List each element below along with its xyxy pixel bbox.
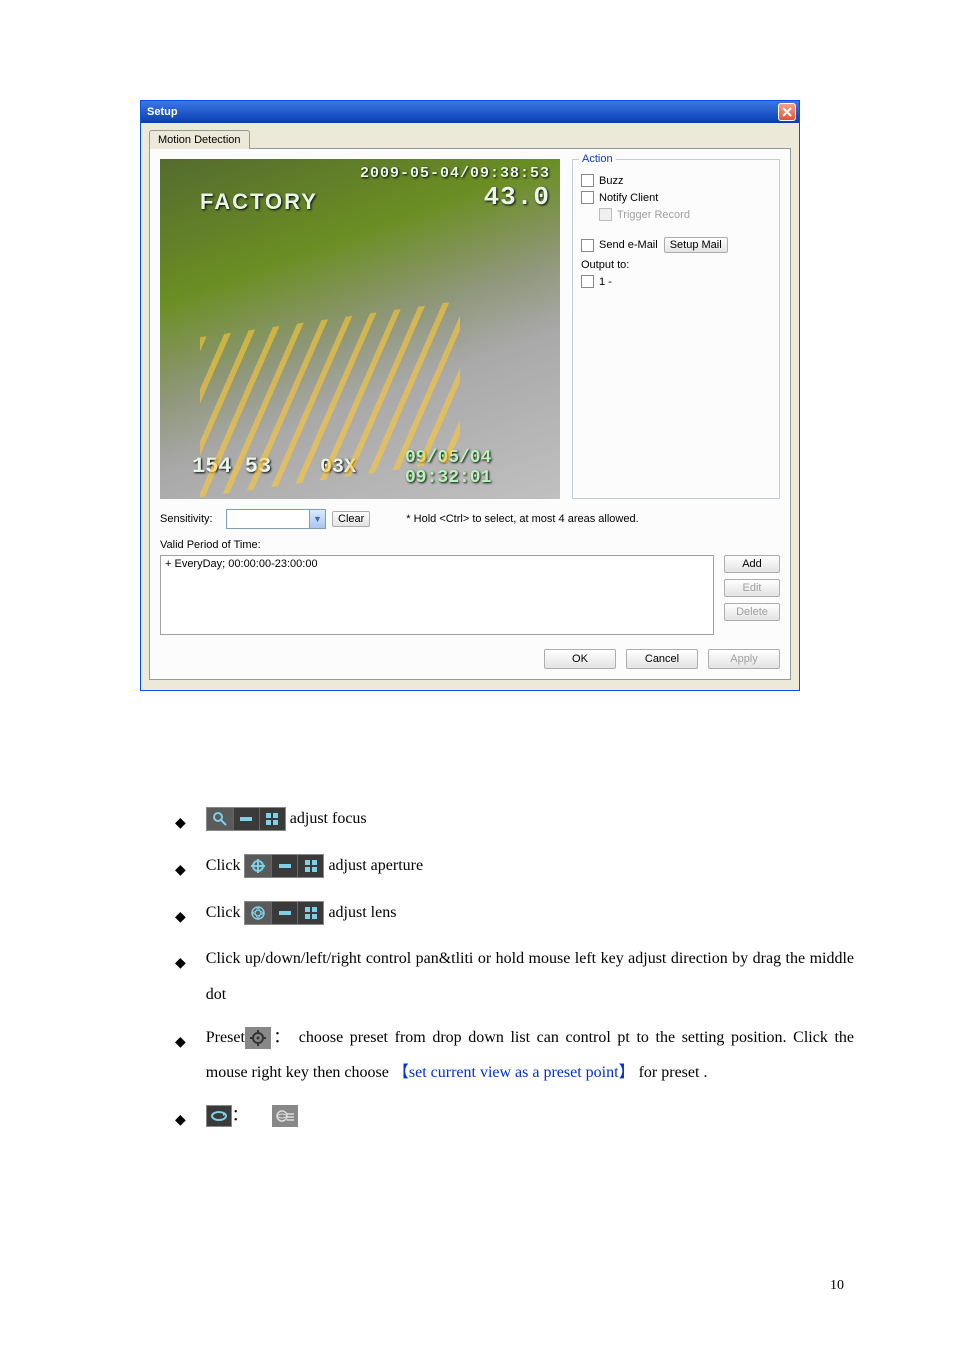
trigger-record-checkbox: Trigger Record bbox=[599, 208, 771, 221]
setup-mail-button[interactable]: Setup Mail bbox=[664, 237, 728, 253]
title-bar: Setup bbox=[141, 101, 799, 123]
list-item[interactable]: + EveryDay; 00:00:00-23:00:00 bbox=[165, 558, 709, 570]
action-group: Action Buzz Notify Client Trigger Record bbox=[572, 159, 780, 499]
delete-button: Delete bbox=[724, 603, 780, 621]
edit-button: Edit bbox=[724, 579, 780, 597]
sensitivity-select[interactable]: ▼ bbox=[226, 509, 326, 529]
notify-client-label: Notify Client bbox=[599, 192, 658, 204]
valid-period-list[interactable]: + EveryDay; 00:00:00-23:00:00 bbox=[160, 555, 714, 635]
bullet-5-pre: Preset bbox=[206, 1029, 245, 1046]
bullet-icon: ◆ bbox=[175, 903, 186, 934]
page-number: 10 bbox=[830, 1278, 844, 1294]
osd-date2: 09/05/04 bbox=[405, 449, 491, 469]
osd-time2: 09:32:01 bbox=[405, 469, 491, 489]
cancel-button[interactable]: Cancel bbox=[626, 649, 698, 669]
plus-icon bbox=[259, 808, 285, 830]
osd-camera-name: FACTORY bbox=[200, 189, 318, 215]
plus-icon bbox=[297, 855, 323, 877]
minus-icon bbox=[271, 902, 297, 924]
minus-icon bbox=[271, 855, 297, 877]
crosshair-icon bbox=[245, 855, 271, 877]
bullet-icon: ◆ bbox=[175, 949, 186, 980]
send-email-label: Send e-Mail bbox=[599, 239, 658, 251]
output-to-label: Output to: bbox=[581, 259, 771, 271]
plus-icon bbox=[297, 902, 323, 924]
setup-dialog: Setup Motion Detection 2009-05-04/09:38:… bbox=[140, 100, 800, 691]
minus-icon bbox=[233, 808, 259, 830]
bullet-icon: ◆ bbox=[175, 809, 186, 840]
camera-preview[interactable]: 2009-05-04/09:38:53 43.0 FACTORY 154 53 … bbox=[160, 159, 560, 499]
action-legend: Action bbox=[579, 153, 616, 165]
chevron-down-icon: ▼ bbox=[309, 510, 325, 528]
bullet-icon: ◆ bbox=[175, 856, 186, 887]
iris-icon bbox=[245, 902, 271, 924]
aperture-icon-strip bbox=[244, 854, 324, 878]
trigger-record-label: Trigger Record bbox=[617, 209, 690, 221]
bullet-3-pre: Click bbox=[206, 904, 241, 921]
valid-period-label: Valid Period of Time: bbox=[160, 539, 780, 551]
ctrl-hint: * Hold <Ctrl> to select, at most 4 areas… bbox=[406, 513, 638, 525]
globe-scan-icon bbox=[272, 1105, 298, 1127]
add-button[interactable]: Add bbox=[724, 555, 780, 573]
dialog-title: Setup bbox=[147, 106, 178, 118]
tab-motion-detection[interactable]: Motion Detection bbox=[149, 130, 250, 149]
bullet-2-pre: Click bbox=[206, 857, 241, 874]
osd-bottom-left: 154 53 bbox=[192, 454, 271, 479]
bullet-2-tail: adjust aperture bbox=[324, 857, 423, 874]
focus-icon-strip bbox=[206, 807, 286, 831]
bullet-3-tail: adjust lens bbox=[324, 904, 396, 921]
bullet-icon: ◆ bbox=[175, 1106, 186, 1137]
lens-icon-strip bbox=[244, 901, 324, 925]
preset-target-icon bbox=[245, 1027, 271, 1049]
bullet-5-tail: for preset . bbox=[635, 1064, 708, 1081]
bullet-icon: ◆ bbox=[175, 1028, 186, 1059]
buzz-checkbox[interactable]: Buzz bbox=[581, 174, 771, 187]
osd-zoom: 03X bbox=[320, 456, 356, 479]
close-icon[interactable] bbox=[778, 103, 796, 121]
osd-value: 43.0 bbox=[360, 182, 550, 212]
clear-button[interactable]: Clear bbox=[332, 511, 370, 527]
document-body: ◆ adjust focus bbox=[175, 801, 854, 1137]
tour-icon bbox=[206, 1105, 232, 1127]
bullet-1-text: adjust focus bbox=[286, 810, 367, 827]
bullet-5-link: 【set current view as a preset point】 bbox=[393, 1064, 635, 1081]
bullet-4-text: Click up/down/left/right control pan&tli… bbox=[206, 941, 854, 1011]
apply-button: Apply bbox=[708, 649, 780, 669]
magnify-icon bbox=[207, 808, 233, 830]
notify-client-checkbox[interactable]: Notify Client bbox=[581, 191, 771, 204]
osd-timestamp: 2009-05-04/09:38:53 bbox=[360, 165, 550, 182]
output-1-label: 1 - bbox=[599, 276, 612, 288]
buzz-label: Buzz bbox=[599, 175, 623, 187]
send-email-checkbox[interactable]: Send e-Mail bbox=[581, 239, 658, 252]
output-1-checkbox[interactable]: 1 - bbox=[581, 275, 771, 288]
sensitivity-label: Sensitivity: bbox=[160, 513, 220, 525]
bullet-6-colon: ： bbox=[232, 1107, 248, 1124]
ok-button[interactable]: OK bbox=[544, 649, 616, 669]
